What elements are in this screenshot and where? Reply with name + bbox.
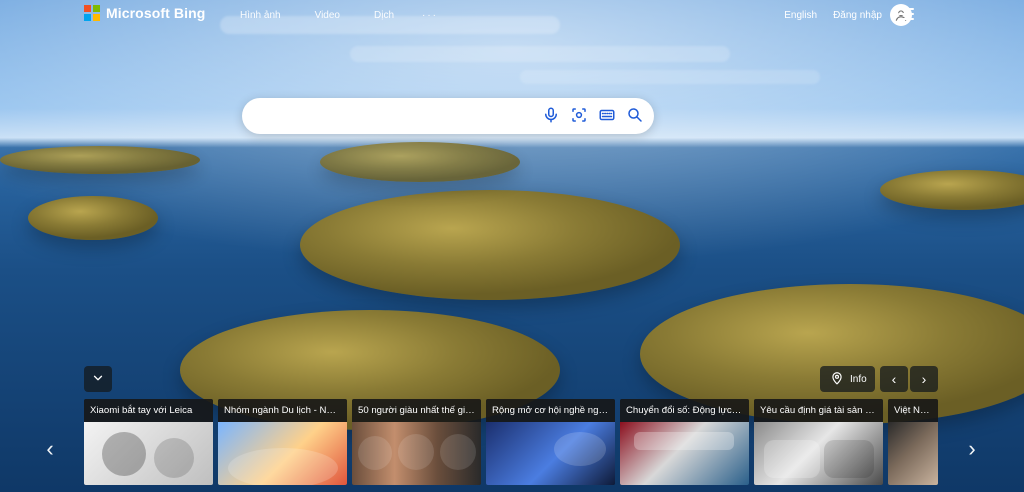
cloud bbox=[350, 46, 730, 62]
visual-search-icon[interactable] bbox=[570, 106, 588, 124]
news-card[interactable]: Yêu cầu định giá tài sản thi... bbox=[754, 399, 883, 485]
news-thumbnail bbox=[486, 422, 615, 485]
chevron-left-icon: ‹ bbox=[46, 436, 54, 461]
news-card[interactable]: Nhóm ngành Du lịch - Nhà... bbox=[218, 399, 347, 485]
island bbox=[0, 146, 200, 174]
prev-image-button[interactable]: ‹ bbox=[880, 366, 908, 392]
nav-more[interactable]: ··· bbox=[422, 10, 438, 21]
news-title: Xiaomi bắt tay với Leica bbox=[84, 399, 213, 422]
news-title: Việt Nam t bbox=[888, 399, 938, 422]
news-title: 50 người giàu nhất thế giới... bbox=[352, 399, 481, 422]
news-title: Rộng mở cơ hội nghề nghi... bbox=[486, 399, 615, 422]
brand-name: Microsoft Bing bbox=[106, 5, 206, 21]
search-tools bbox=[542, 106, 644, 124]
info-button[interactable]: Info bbox=[820, 366, 875, 392]
microsoft-logo-icon bbox=[84, 5, 100, 21]
search-icon[interactable] bbox=[626, 106, 644, 124]
news-card[interactable]: Rộng mở cơ hội nghề nghi... bbox=[486, 399, 615, 485]
map-pin-icon bbox=[830, 371, 844, 388]
news-title: Yêu cầu định giá tài sản thi... bbox=[754, 399, 883, 422]
logo-square-blue bbox=[84, 13, 91, 21]
collapse-feed-button[interactable] bbox=[84, 366, 112, 392]
news-thumbnail bbox=[352, 422, 481, 485]
microphone-icon[interactable] bbox=[542, 106, 560, 124]
news-title: Nhóm ngành Du lịch - Nhà... bbox=[218, 399, 347, 422]
news-track: Xiaomi bắt tay với Leica Nhóm ngành Du l… bbox=[84, 399, 940, 485]
news-thumbnail bbox=[218, 422, 347, 485]
news-card[interactable]: Xiaomi bắt tay với Leica bbox=[84, 399, 213, 485]
logo-square-red bbox=[84, 5, 91, 12]
top-bar: Microsoft Bing Hình ảnh Video Dịch ··· E… bbox=[0, 0, 1024, 30]
keyboard-icon[interactable] bbox=[598, 106, 616, 124]
carousel-next-button[interactable]: › bbox=[962, 436, 982, 462]
menu-hamburger-icon[interactable] bbox=[898, 8, 914, 20]
news-card[interactable]: Việt Nam t bbox=[888, 399, 938, 485]
news-carousel: Xiaomi bắt tay với Leica Nhóm ngành Du l… bbox=[84, 399, 940, 485]
island bbox=[320, 142, 520, 182]
news-card[interactable]: 50 người giàu nhất thế giới... bbox=[352, 399, 481, 485]
brand[interactable]: Microsoft Bing bbox=[84, 5, 205, 21]
news-thumbnail bbox=[620, 422, 749, 485]
signin-label: Đăng nhập bbox=[833, 9, 882, 21]
news-card[interactable]: Chuyển đổi số: Động lực c... bbox=[620, 399, 749, 485]
news-thumbnail bbox=[754, 422, 883, 485]
info-label: Info bbox=[850, 373, 867, 385]
language-link[interactable]: English bbox=[784, 10, 817, 21]
chevron-down-icon bbox=[91, 371, 105, 388]
nav-video[interactable]: Video bbox=[315, 10, 340, 21]
nav-images[interactable]: Hình ảnh bbox=[240, 10, 281, 21]
logo-square-yellow bbox=[92, 13, 100, 21]
island bbox=[300, 190, 680, 300]
search-box bbox=[242, 98, 654, 134]
chevron-right-icon: › bbox=[921, 371, 927, 387]
carousel-prev-button[interactable]: ‹ bbox=[40, 436, 60, 462]
news-thumbnail bbox=[888, 422, 938, 485]
search-input[interactable] bbox=[242, 98, 532, 134]
logo-square-green bbox=[92, 5, 100, 12]
next-image-button[interactable]: › bbox=[910, 366, 938, 392]
chevron-left-icon: ‹ bbox=[891, 371, 897, 387]
island bbox=[28, 196, 158, 240]
news-thumbnail bbox=[84, 422, 213, 485]
news-title: Chuyển đổi số: Động lực c... bbox=[620, 399, 749, 422]
chevron-right-icon: › bbox=[968, 436, 976, 461]
top-right: English Đăng nhập bbox=[704, 0, 1024, 30]
top-nav: Hình ảnh Video Dịch ··· bbox=[240, 10, 438, 21]
cloud bbox=[520, 70, 820, 84]
nav-translate[interactable]: Dịch bbox=[374, 10, 394, 21]
island bbox=[880, 170, 1024, 210]
